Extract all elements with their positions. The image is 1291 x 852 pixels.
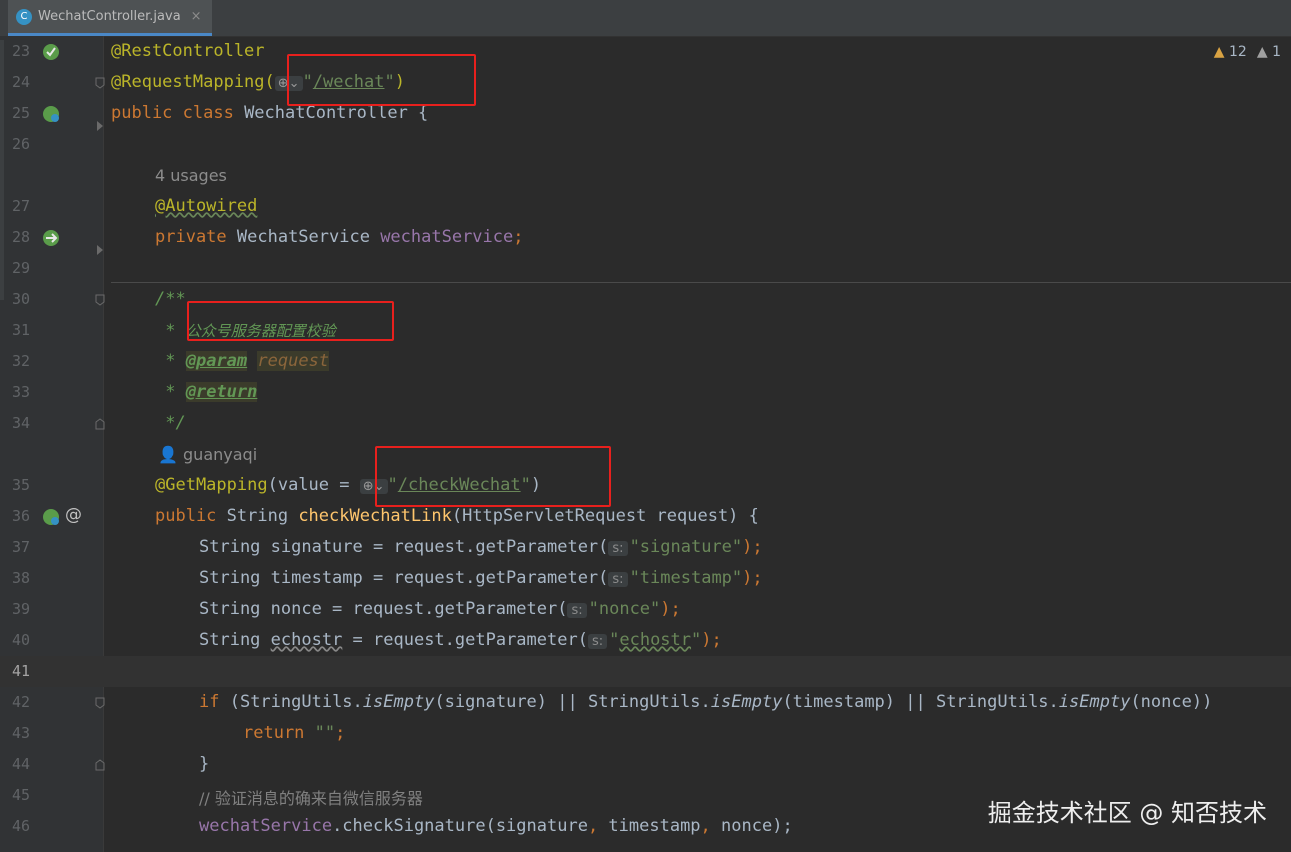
code-line-41-current[interactable]: 41 [0,656,1291,687]
code-text: if (StringUtils.isEmpty(signature) || St… [199,692,1213,712]
param-hint: s: [567,603,587,618]
line-number: 46 [12,817,31,835]
line-number: 34 [12,414,31,432]
spring-bean-icon[interactable] [41,42,61,62]
line-number: 43 [12,724,31,742]
line-number: 38 [12,569,31,587]
fold-icon[interactable] [95,697,105,709]
line-number: 36 [12,507,31,525]
line-number: 24 [12,73,31,91]
code-line-28[interactable]: 28 private WechatService wechatService; [0,222,1291,255]
highlight-box-request-mapping [287,54,476,106]
spring-web-icon[interactable] [41,104,61,124]
line-number: 29 [12,259,31,277]
code-text: String timestamp = request.getParameter(… [199,568,763,588]
method-separator [111,282,1291,283]
close-icon[interactable]: × [191,9,202,24]
fold-end-icon[interactable] [95,759,105,771]
author-hint[interactable]: 👤 guanyaqi [158,445,257,464]
code-text: return ""; [243,723,346,743]
code-line-37[interactable]: 37 String signature = request.getParamet… [0,532,1291,563]
code-line-42[interactable]: 42 if (StringUtils.isEmpty(signature) ||… [0,687,1291,718]
code-line-23[interactable]: 23 @RestController [0,36,1291,67]
line-number: 23 [12,42,31,60]
code-text: private WechatService wechatService; [155,227,524,247]
tab-wechatcontroller[interactable]: C WechatController.java × [8,0,212,36]
code-line-26[interactable]: 26 [0,129,1291,160]
code-line-38[interactable]: 38 String timestamp = request.getParamet… [0,563,1291,594]
code-line-44[interactable]: 44 } [0,749,1291,780]
code-text: String signature = request.getParameter(… [199,537,763,557]
line-number: 45 [12,786,31,804]
tab-label: WechatController.java [38,9,181,24]
line-number: 37 [12,538,31,556]
line-number: 30 [12,290,31,308]
code-line-29[interactable]: 29 [0,253,1291,284]
code-line-43[interactable]: 43 return ""; [0,718,1291,749]
line-number: 42 [12,693,31,711]
code-comment: // 验证消息的确来自微信服务器 [199,789,423,808]
fold-icon[interactable] [95,294,105,306]
highlight-box-get-mapping [375,446,611,507]
code-text: wechatService.checkSignature(signature, … [199,816,793,836]
java-class-icon: C [16,8,32,25]
code-text: public class WechatController { [111,103,429,123]
fold-icon[interactable] [95,77,105,89]
line-number: 26 [12,135,31,153]
code-line-40[interactable]: 40 String echostr = request.getParameter… [0,625,1291,656]
usages-hint[interactable]: 4 usages [155,166,227,185]
code-text: /** [155,289,186,309]
editor-tab-bar: C WechatController.java × [0,0,1291,37]
fold-end-icon[interactable] [95,418,105,430]
line-number: 44 [12,755,31,773]
code-text: * @return [155,382,258,402]
code-text: @RestController [111,41,265,61]
code-text: String nonce = request.getParameter(s: "n… [199,599,681,619]
line-number: 32 [12,352,31,370]
code-text: } [199,754,210,774]
code-line-27[interactable]: 27 @Autowired [0,191,1291,222]
code-line-33[interactable]: 33 * @return [0,377,1291,408]
line-number: 25 [12,104,31,122]
code-line-39[interactable]: 39 String nonce = request.getParameter(s… [0,594,1291,625]
code-line-36[interactable]: 36 @ public String checkWechatLink(HttpS… [0,501,1291,532]
code-line-34[interactable]: 34 */ [0,408,1291,439]
code-text: String echostr = request.getParameter(s:… [199,630,722,650]
code-line-35[interactable]: 35 @GetMapping(value = ⊕⌄ "/checkWechat") [0,470,1291,501]
code-text: @Autowired [155,196,258,216]
line-number: 40 [12,631,31,649]
line-number: 39 [12,600,31,618]
navigate-bean-icon[interactable] [41,228,61,248]
code-line-25[interactable]: 25 public class WechatController { [0,98,1291,131]
spring-web-icon[interactable] [41,507,61,527]
line-number: 27 [12,197,31,215]
code-line-32[interactable]: 32 * @param request [0,346,1291,377]
line-number: 41 [12,662,31,680]
code-text: public String checkWechatLink(HttpServle… [155,506,759,526]
watermark: 掘金技术社区 @ 知否技术 [987,799,1267,827]
person-icon: 👤 [158,445,178,464]
code-text: * @param request [155,351,330,371]
param-hint: s: [587,634,608,649]
code-line-24[interactable]: 24 @RequestMapping(⊕⌄ "/wechat") [0,67,1291,98]
highlight-box-doc-comment [187,301,394,341]
param-hint: s: [608,541,628,556]
line-number: 33 [12,383,31,401]
endpoint-at-icon[interactable]: @ [65,505,82,525]
code-text: */ [155,413,186,433]
param-hint: s: [608,572,628,587]
line-number: 28 [12,228,31,246]
line-number: 35 [12,476,31,494]
line-number: 31 [12,321,31,339]
